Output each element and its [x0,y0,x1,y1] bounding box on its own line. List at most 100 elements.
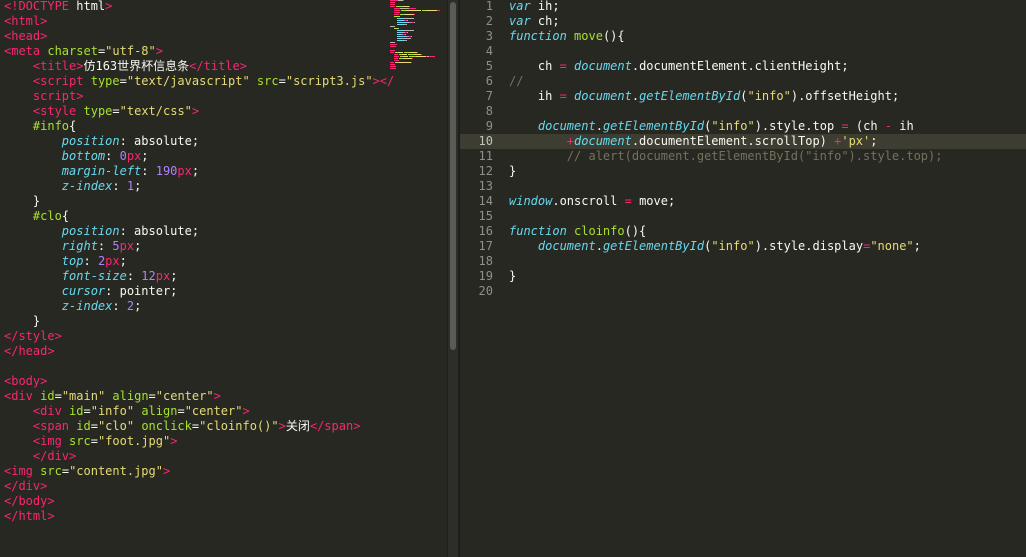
code-line[interactable]: // alert(document.getElementById("info")… [509,149,943,164]
code-line[interactable]: </style> [4,329,394,344]
code-line[interactable] [509,44,942,59]
code-line[interactable]: } [4,314,394,329]
html-code-area[interactable]: <!DOCTYPE html> <html> <head> <meta charset… [4,0,394,524]
minimap-mark [390,44,397,45]
code-token: "utf-8" [105,44,156,58]
code-token: getElementById [602,239,705,253]
code-line[interactable]: cursor: pointer; [4,284,394,299]
code-token: .documentElement.clientHeight; [631,59,849,73]
code-line[interactable]: bottom: 0px; [4,149,394,164]
code-line[interactable]: </div> [4,449,394,464]
pane-divider[interactable] [447,0,460,557]
code-token: // alert(document.getElementById("info")… [509,149,943,163]
minimap-mark [402,54,407,55]
code-line[interactable]: +document.documentElement.scrollTop) +'p… [509,134,942,149]
left-minimap[interactable] [390,0,440,70]
code-line[interactable] [509,254,942,269]
code-line[interactable]: top: 2px; [4,254,394,269]
code-token: // [509,74,524,88]
minimap-mark [407,32,408,33]
code-line[interactable]: </html> [4,509,394,524]
code-line[interactable]: font-size: 12px; [4,269,394,284]
code-line[interactable]: <style type="text/css"> [4,104,394,119]
code-line[interactable]: </div> [4,479,394,494]
code-token: </body> [4,494,55,508]
minimap-mark [406,10,421,11]
code-line[interactable] [509,284,942,299]
code-line[interactable]: script> [4,89,394,104]
code-token: ih [509,89,560,103]
code-line[interactable]: // [509,74,942,89]
code-line[interactable]: } [509,164,942,179]
code-token: ; [141,149,149,163]
code-line[interactable]: <head> [4,29,394,44]
code-line[interactable]: <span id="clo" onclick="cloinfo()">关闭</s… [4,419,394,434]
code-token: } [509,164,517,178]
code-line[interactable] [509,209,942,224]
code-line[interactable]: <div id="info" align="center"> [4,404,394,419]
code-line[interactable]: margin-left: 190px; [4,164,394,179]
code-line[interactable] [509,104,942,119]
code-token: <style [32,104,77,118]
code-token: : [97,239,113,253]
code-line[interactable]: } [509,269,942,284]
code-line[interactable]: z-index: 2; [4,299,394,314]
code-line[interactable]: </body> [4,494,394,509]
code-line[interactable]: #info{ [4,119,394,134]
code-line[interactable]: ch = document.documentElement.clientHeig… [509,59,942,74]
code-line[interactable]: <img src="content.jpg"> [4,464,394,479]
code-line[interactable]: right: 5px; [4,239,394,254]
minimap-mark [394,58,398,59]
code-token: </span> [309,419,361,433]
code-line[interactable]: <body> [4,374,394,389]
code-line[interactable]: function move(){ [509,29,942,44]
code-line[interactable]: ih = document.getElementById("info").off… [509,89,942,104]
code-token: function [509,29,567,43]
code-line[interactable]: <meta charset="utf-8"> [4,44,394,59]
code-token: { [61,209,70,223]
code-token: ih [892,119,914,133]
code-line[interactable]: z-index: 1; [4,179,394,194]
code-line[interactable]: <div id="main" align="center"> [4,389,394,404]
code-line[interactable]: var ih; [509,0,942,14]
code-token: > [278,419,286,433]
code-line[interactable] [509,179,942,194]
code-line[interactable] [4,359,394,374]
left-editor-pane[interactable]: <!DOCTYPE html> <html> <head> <meta charset… [0,0,447,557]
code-line[interactable]: function cloinfo(){ [509,224,942,239]
minimap-mark [402,38,411,39]
code-token: : pointer; [105,284,178,298]
code-line[interactable]: <!DOCTYPE html> [4,0,394,14]
code-line[interactable]: } [4,194,394,209]
code-line[interactable]: var ch; [509,14,942,29]
code-line[interactable]: #clo{ [4,209,394,224]
code-line[interactable]: document.getElementById("info").style.to… [509,119,942,134]
code-line[interactable]: position: absolute; [4,134,394,149]
left-scrollbar-thumb[interactable] [450,2,456,350]
code-token: <div [32,404,62,418]
code-line[interactable]: position: absolute; [4,224,394,239]
right-editor-pane[interactable]: 1 2 3 4 5 6 7 8 9 10 11 12 13 14 15 16 17 18 19 20 var ih; v… [460,0,1026,557]
left-scrollbar[interactable] [448,0,458,557]
minimap-mark [404,30,414,31]
minimap-mark [429,56,435,57]
code-line[interactable]: window.onscroll = move; [509,194,942,209]
code-token: "info" [711,119,755,133]
code-line[interactable]: <script type="text/javascript" src="scri… [4,74,394,89]
code-line[interactable]: <img src="foot.jpg"> [4,434,394,449]
code-line[interactable]: <title>仿163世界杯信息条</title> [4,59,394,74]
line-number: 6 [485,74,493,88]
code-token: document [574,134,632,148]
code-line[interactable]: <html> [4,14,394,29]
code-line[interactable]: document.getElementById("info").style.di… [509,239,942,254]
code-line[interactable]: </head> [4,344,394,359]
code-token: 0 [119,149,127,163]
js-code-area[interactable]: var ih; var ch; function move(){ ch = docu… [509,0,942,299]
code-token: "none" [870,239,914,253]
